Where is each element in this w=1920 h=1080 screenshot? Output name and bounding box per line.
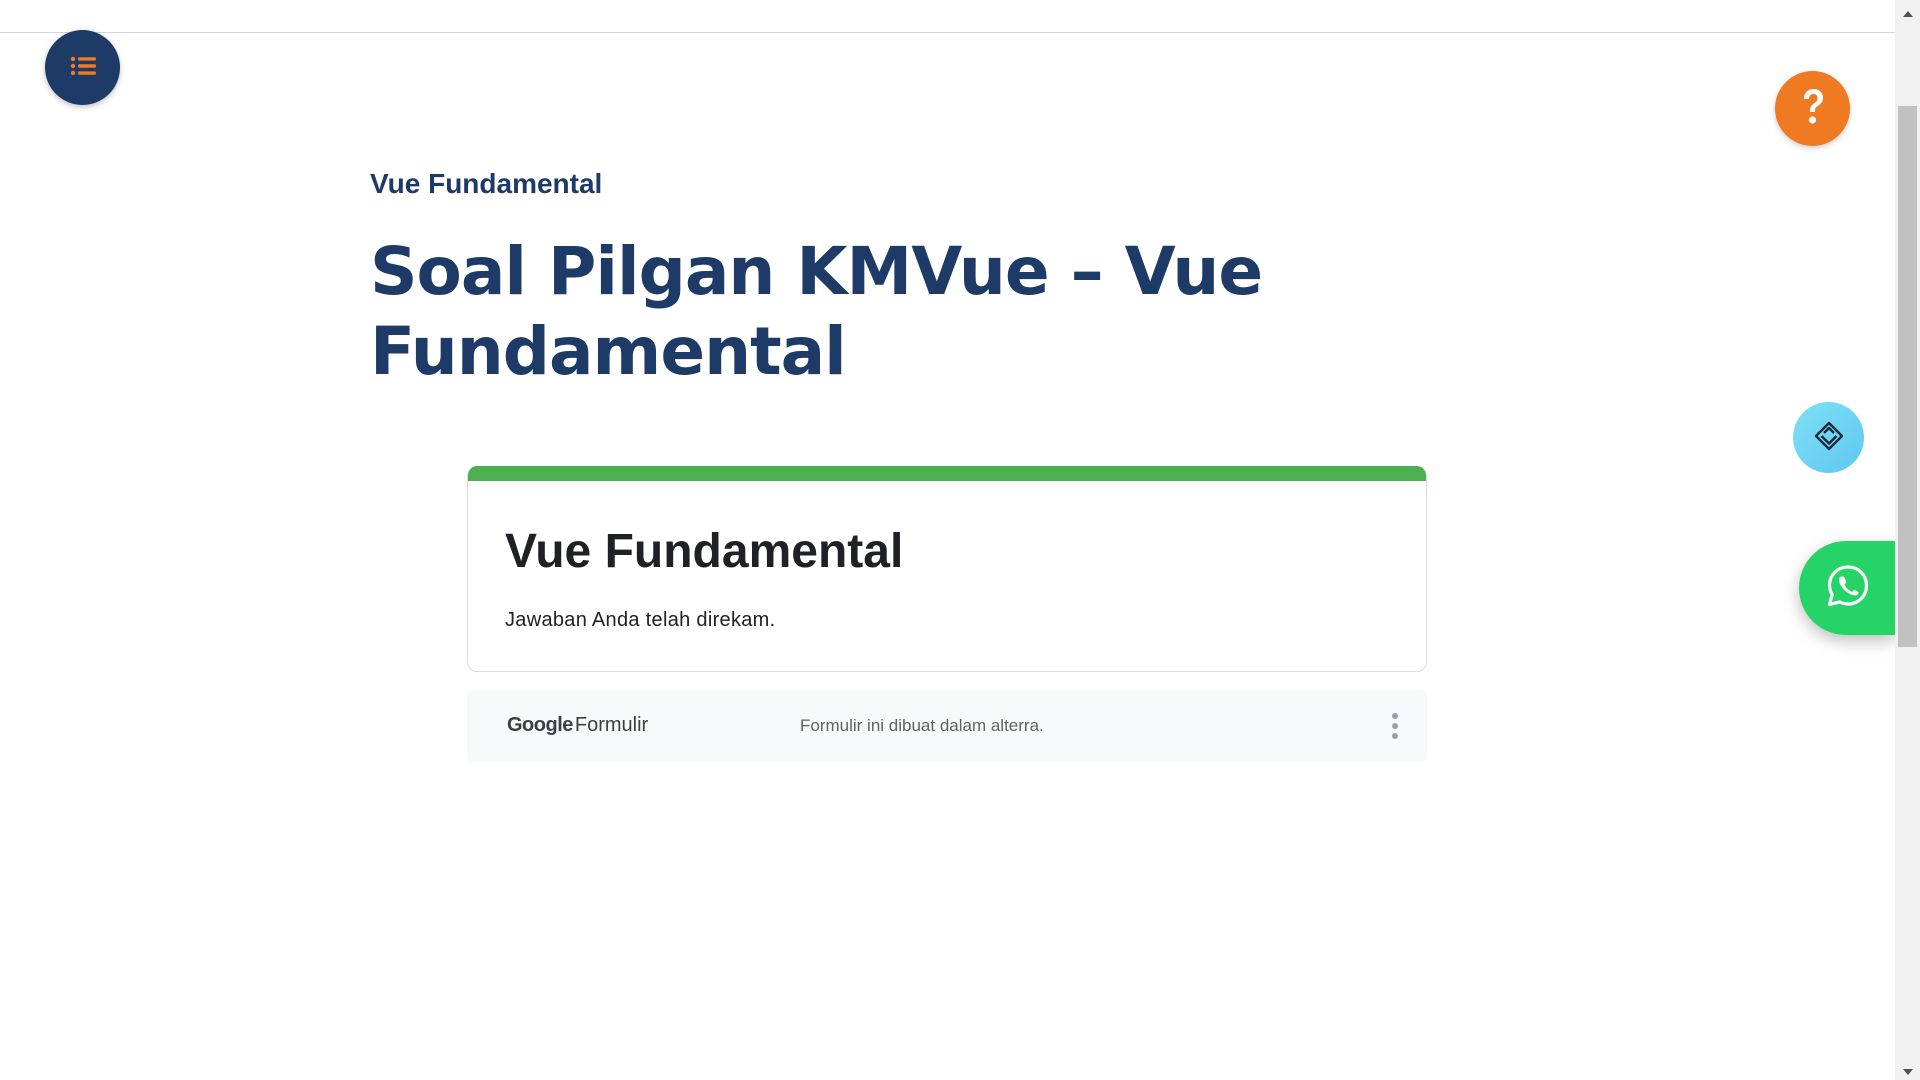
google-forms-logo[interactable]: Google Formulir: [507, 714, 648, 737]
form-title: Vue Fundamental: [505, 525, 904, 578]
scroll-up-button[interactable]: [1895, 0, 1920, 22]
form-response-message: Jawaban Anda telah direkam.: [505, 609, 776, 631]
help-button[interactable]: [1775, 71, 1850, 146]
table-of-contents-button[interactable]: [45, 30, 120, 105]
form-footer-note: Formulir ini dibuat dalam alterra.: [800, 716, 1044, 735]
google-wordmark: Google: [507, 714, 573, 736]
triangle-down-icon: [1902, 1060, 1913, 1079]
page: Vue Fundamental Soal Pilgan KMVue – Vue …: [0, 0, 1920, 1080]
scrollbar-thumb[interactable]: [1898, 106, 1917, 647]
breadcrumb[interactable]: Vue Fundamental: [370, 168, 602, 200]
scroll-down-button[interactable]: [1895, 1058, 1920, 1080]
form-footer: Google Formulir Formulir ini dibuat dalam…: [467, 690, 1427, 762]
vertical-dots-icon: [1392, 733, 1398, 739]
list-icon: [70, 56, 96, 80]
page-title: Soal Pilgan KMVue – Vue Fundamental: [370, 233, 1263, 390]
vertical-dots-icon: [1392, 713, 1398, 719]
form-accent-bar: [468, 466, 1426, 481]
question-mark-icon: [1798, 87, 1828, 131]
whatsapp-icon: [1826, 564, 1870, 612]
form-confirmation-card: Vue Fundamental Jawaban Anda telah direk…: [467, 466, 1427, 672]
whatsapp-chat-button[interactable]: [1799, 541, 1895, 635]
top-divider: [0, 0, 1895, 33]
triangle-up-icon: [1902, 2, 1913, 21]
formulir-wordmark: Formulir: [574, 714, 649, 736]
vertical-scrollbar[interactable]: [1895, 0, 1920, 1080]
more-options-button[interactable]: [1385, 710, 1405, 742]
vertical-dots-icon: [1392, 723, 1398, 729]
diamond-layers-icon: [1813, 420, 1845, 456]
assistant-widget-button[interactable]: [1793, 402, 1864, 473]
